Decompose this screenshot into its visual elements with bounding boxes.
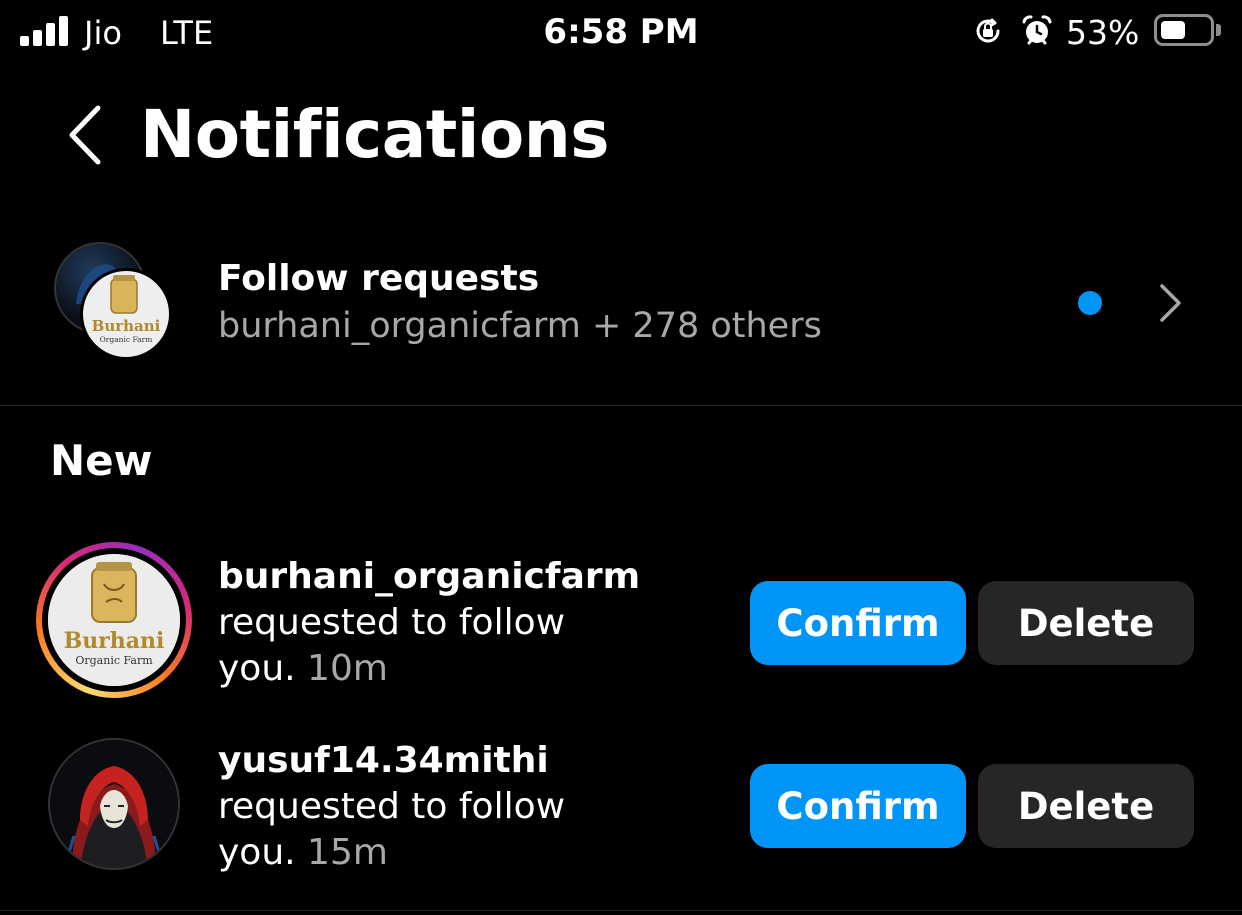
follow-requests-subtitle: burhani_organicfarm + 278 others (218, 306, 822, 346)
logo-text: Burhani (92, 317, 161, 335)
logo-text: Burhani (64, 628, 165, 654)
notification-text: yusuf14.34mithi requested to follow you.… (218, 738, 618, 876)
confirm-button[interactable]: Confirm (750, 764, 966, 848)
delete-button[interactable]: Delete (978, 581, 1194, 665)
alarm-icon (1022, 15, 1052, 45)
follow-requests-row[interactable]: Burhani Organic Farm Follow requests bur… (0, 228, 1242, 404)
time-ago: 10m (307, 648, 388, 689)
divider (0, 405, 1242, 406)
logo-subtext: Organic Farm (100, 335, 153, 344)
battery-icon (1154, 14, 1214, 46)
avatar: Burhani Organic Farm (80, 268, 172, 360)
time-ago: 15m (307, 832, 388, 873)
notification-row: Burhani Organic Farm burhani_organicfarm… (0, 542, 1242, 702)
notification-row: yusuf14.34mithi requested to follow you.… (0, 726, 1242, 886)
confirm-button[interactable]: Confirm (750, 581, 966, 665)
username[interactable]: burhani_organicfarm (218, 554, 640, 600)
delete-button[interactable]: Delete (978, 764, 1194, 848)
action-text: requested to follow you. (218, 786, 566, 873)
orientation-lock-icon (976, 18, 1000, 43)
status-bar: Jio LTE 6:58 PM 53% (0, 0, 1242, 66)
follow-requests-title: Follow requests (218, 258, 540, 299)
battery-level-fill (1161, 21, 1185, 39)
action-text: requested to follow you. (218, 602, 566, 689)
unread-dot (1078, 291, 1102, 315)
battery-tip (1216, 24, 1221, 36)
page-title: Notifications (140, 96, 610, 173)
username[interactable]: yusuf14.34mithi (218, 738, 618, 784)
avatar[interactable] (48, 738, 180, 870)
section-title-new: New (50, 436, 153, 485)
status-time: 6:58 PM (543, 12, 699, 52)
chevron-left-icon[interactable] (60, 102, 110, 168)
notification-text: burhani_organicfarm requested to follow … (218, 554, 640, 692)
divider (0, 910, 1242, 911)
logo-subtext: Organic Farm (75, 654, 153, 667)
avatar[interactable]: Burhani Organic Farm (36, 542, 192, 698)
battery-percentage: 53% (1066, 13, 1140, 52)
chevron-right-icon[interactable] (1156, 280, 1186, 326)
